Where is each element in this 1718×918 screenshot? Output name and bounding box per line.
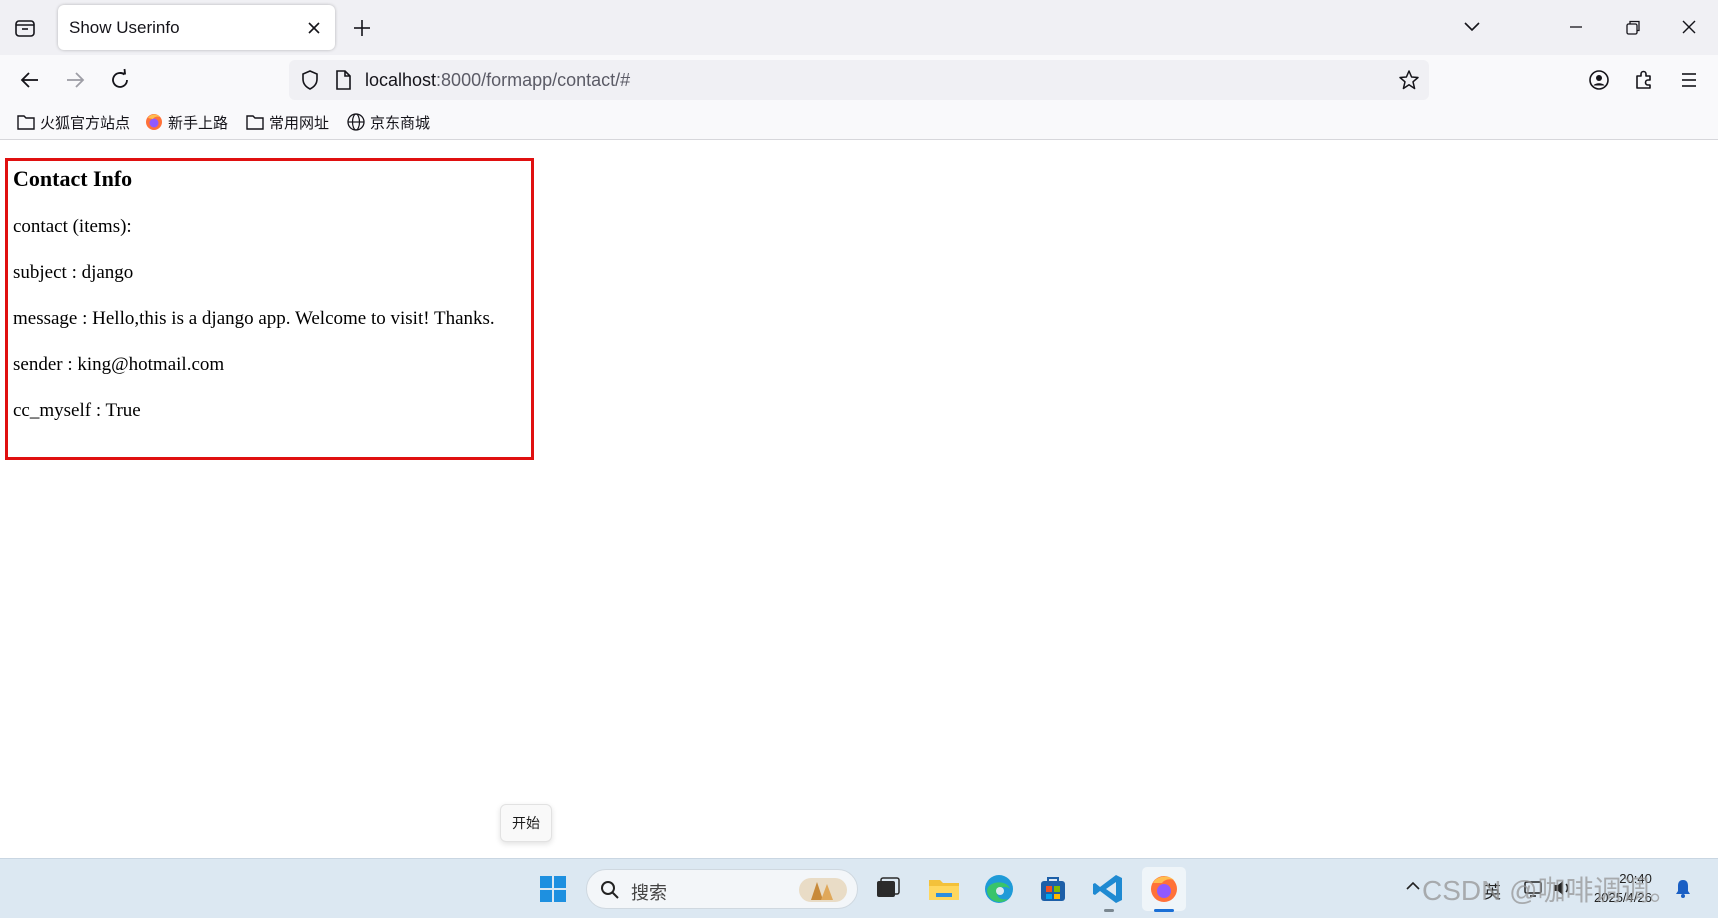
edge-button[interactable]	[977, 867, 1021, 911]
back-button[interactable]	[15, 65, 45, 95]
search-highlight-icon	[799, 878, 847, 902]
folder-icon	[17, 115, 35, 130]
message-line: message : Hello,this is a django app. We…	[13, 308, 495, 329]
folder-icon	[246, 115, 264, 130]
url-path: :8000/formapp/contact/#	[436, 70, 631, 90]
minimize-icon	[1570, 26, 1582, 28]
firefox-icon	[1151, 876, 1177, 902]
tab-strip: Show Userinfo	[0, 0, 1718, 55]
bookmark-getting-started[interactable]: 新手上路	[144, 111, 228, 133]
subject-line: subject : django	[13, 262, 134, 283]
reload-icon	[112, 68, 128, 88]
sender-line: sender : king@hotmail.com	[13, 354, 225, 375]
shield-icon[interactable]	[298, 68, 322, 92]
running-indicator	[1104, 909, 1114, 912]
account-icon	[1589, 70, 1609, 90]
bookmark-label: 新手上路	[168, 114, 229, 132]
firefox-icon	[146, 114, 162, 130]
hamburger-icon	[1682, 73, 1696, 87]
chevron-up-icon[interactable]	[1404, 877, 1422, 895]
star-icon[interactable]	[1397, 68, 1421, 92]
firefox-taskbar-button[interactable]	[1142, 867, 1186, 912]
tab-close-button[interactable]	[303, 17, 325, 39]
browser-tab[interactable]: Show Userinfo	[58, 5, 335, 50]
store-button[interactable]	[1031, 867, 1075, 911]
taskbar-search[interactable]: 搜索	[586, 869, 858, 909]
tab-list-button[interactable]	[10, 14, 40, 42]
arrow-right-icon	[67, 72, 85, 88]
close-icon	[308, 22, 320, 34]
taskbar: 搜索 英 20:40 2025/4/26 CSDN @咖啡调调。	[0, 858, 1718, 918]
restore-button[interactable]	[1618, 12, 1648, 42]
contact-info-highlight: Contact Info contact (items): subject : …	[5, 158, 534, 460]
url-bar[interactable]: localhost:8000/formapp/contact/#	[289, 60, 1429, 100]
bookmark-label: 火狐官方站点	[40, 114, 131, 132]
chevron-down-icon	[1464, 22, 1480, 32]
page-heading: Contact Info	[13, 166, 133, 191]
active-indicator	[1154, 909, 1174, 912]
csdn-watermark: CSDN @咖啡调调。	[1422, 875, 1678, 906]
edge-icon	[985, 875, 1013, 903]
new-tab-button[interactable]	[348, 14, 376, 42]
puzzle-icon	[1636, 70, 1651, 89]
plus-icon	[354, 20, 370, 36]
vscode-button[interactable]	[1087, 867, 1131, 912]
task-view-button[interactable]	[865, 867, 909, 911]
folder-icon	[929, 880, 959, 900]
extensions-button[interactable]	[1629, 65, 1659, 95]
windows-icon	[540, 876, 566, 902]
restore-icon	[1626, 20, 1640, 35]
cc-myself-line: cc_myself : True	[13, 400, 141, 421]
navigation-toolbar: localhost:8000/formapp/contact/#	[0, 55, 1718, 105]
tab-list-icon	[15, 20, 35, 37]
start-button[interactable]	[531, 867, 575, 911]
task-view-icon	[877, 877, 900, 897]
reload-button[interactable]	[105, 65, 135, 95]
globe-icon	[347, 113, 365, 131]
window-close-button[interactable]	[1674, 12, 1704, 42]
search-placeholder: 搜索	[631, 883, 667, 903]
bookmark-label: 京东商城	[370, 114, 431, 132]
menu-button[interactable]	[1674, 65, 1704, 95]
vscode-icon	[1093, 875, 1122, 903]
url-host: localhost	[365, 70, 437, 90]
contact-items-line: contact (items):	[13, 216, 132, 237]
url-text[interactable]: localhost:8000/formapp/contact/#	[365, 70, 630, 91]
bookmarks-toolbar: 火狐官方站点 新手上路 常用网址 京东商城	[0, 105, 1718, 140]
bookmark-firefox-site[interactable]: 火狐官方站点	[16, 111, 130, 133]
file-explorer-button[interactable]	[922, 867, 966, 911]
bookmark-label: 常用网址	[269, 114, 330, 132]
list-all-tabs-button[interactable]	[1457, 12, 1487, 42]
store-icon	[1041, 877, 1065, 901]
search-icon	[601, 881, 619, 899]
bookmark-common-sites[interactable]: 常用网址	[245, 111, 329, 133]
minimize-button[interactable]	[1561, 12, 1591, 42]
arrow-left-icon	[20, 72, 38, 88]
page-icon[interactable]	[332, 68, 354, 92]
close-icon	[1682, 20, 1696, 34]
account-button[interactable]	[1584, 65, 1614, 95]
start-tooltip: 开始	[500, 804, 552, 842]
forward-button[interactable]	[60, 65, 90, 95]
page-content: Contact Info contact (items): subject : …	[0, 141, 1718, 858]
tab-title: Show Userinfo	[69, 18, 180, 37]
bookmark-jd[interactable]: 京东商城	[346, 111, 430, 133]
